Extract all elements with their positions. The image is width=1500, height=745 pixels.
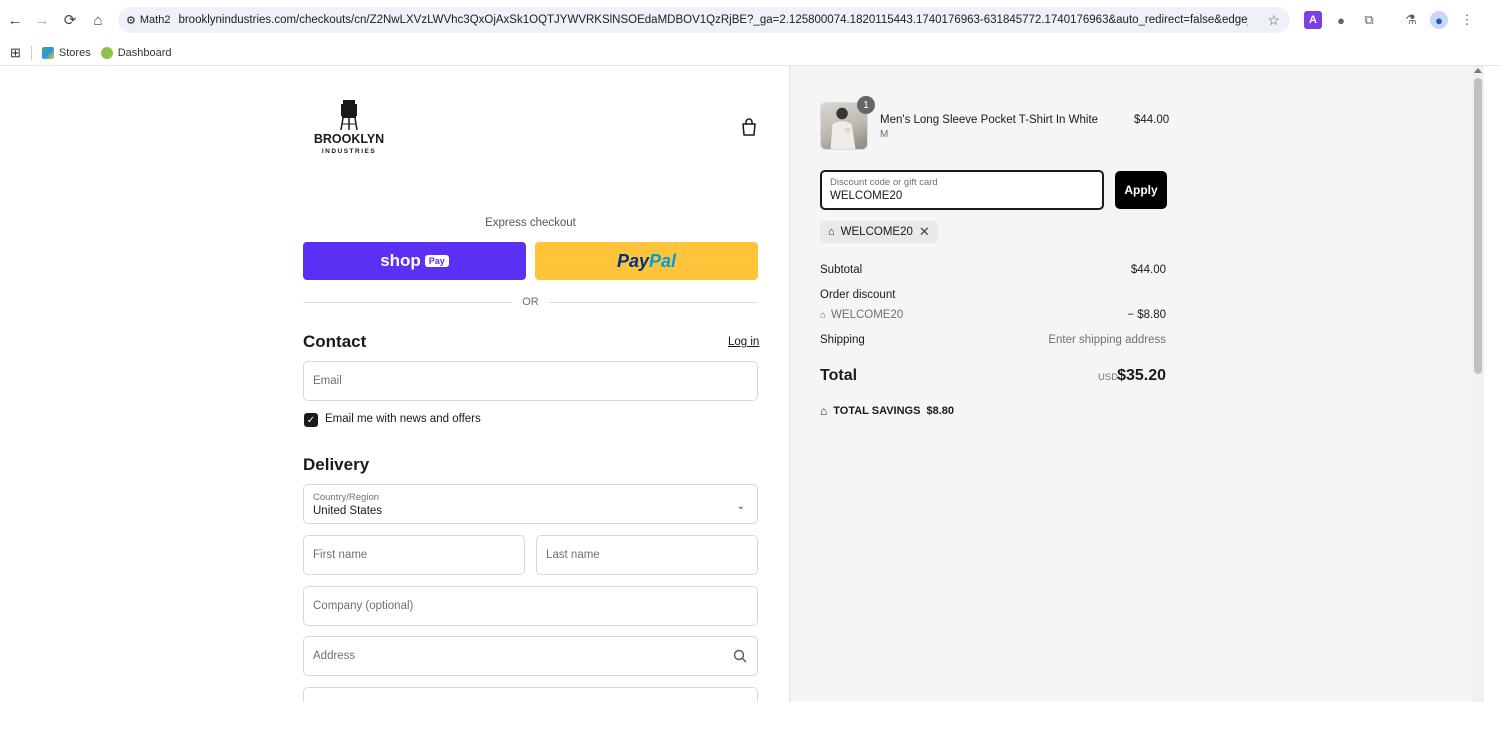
site-chip-label: Math2 <box>139 14 171 26</box>
home-icon[interactable]: ⌂ <box>84 6 112 34</box>
bookmarks-bar: ⊞ Stores Dashboard <box>0 40 1500 66</box>
company-field[interactable]: Company (optional) <box>303 586 758 626</box>
paypal-button[interactable]: Pay Pal <box>535 242 758 280</box>
paypal-text-pay: Pay <box>616 250 649 271</box>
window-bottom <box>0 702 1500 745</box>
applied-discount-chip: ⌂ WELCOME20 ✕ <box>820 221 938 243</box>
dashboard-favicon-icon <box>100 46 113 59</box>
shop-pay-text: shop <box>380 251 421 270</box>
last-name-placeholder: Last name <box>546 549 600 561</box>
logo-text-brooklyn: BROOKLYN <box>314 132 384 146</box>
extension-robot-icon[interactable]: ● <box>1332 11 1350 29</box>
quantity-badge: 1 <box>857 96 875 114</box>
product-variant: M <box>880 129 889 140</box>
shop-pay-badge: Pay <box>424 255 449 267</box>
contact-heading: Contact <box>303 332 367 351</box>
divider-line <box>548 301 758 303</box>
bookmark-label: Stores <box>58 46 91 59</box>
first-name-field[interactable]: First name <box>303 535 525 575</box>
product-name: Men's Long Sleeve Pocket T-Shirt In Whit… <box>880 114 1099 126</box>
total-label: Total <box>820 367 858 384</box>
tag-icon: ⌂ <box>828 226 835 238</box>
site-info-chip[interactable]: ⚙ Math2 <box>118 14 178 27</box>
search-icon[interactable] <box>733 649 747 663</box>
email-placeholder: Email <box>313 375 342 387</box>
forward-icon[interactable]: → <box>28 6 56 34</box>
email-field[interactable]: Email <box>303 361 758 401</box>
savings-label: TOTAL SAVINGS <box>833 405 921 417</box>
apps-grid-icon[interactable]: ⊞ <box>10 45 21 61</box>
brooklyn-industries-logo[interactable]: BROOKLYN INDUSTRIES <box>314 98 384 158</box>
or-label: OR <box>522 296 539 308</box>
address-placeholder: Address <box>313 650 356 662</box>
divider-line <box>303 301 513 303</box>
bookmark-stores[interactable]: Stores <box>41 46 91 59</box>
country-label: Country/Region <box>313 491 380 503</box>
tune-icon: ⚙ <box>126 14 136 27</box>
browser-menu-icon[interactable]: ⋮ <box>1458 11 1476 29</box>
country-select[interactable]: Country/Region United States ⌄ <box>303 484 758 524</box>
address-bar[interactable]: ⚙ Math2 brooklynindustries.com/checkouts… <box>118 7 1290 33</box>
extensions-puzzle-icon[interactable]: ⧉ <box>1360 11 1378 29</box>
chevron-down-icon: ⌄ <box>736 501 745 512</box>
scroll-up-arrow-icon[interactable] <box>1474 68 1482 73</box>
bookmark-dashboard[interactable]: Dashboard <box>100 46 172 59</box>
savings-value: $8.80 <box>926 405 954 417</box>
discount-code-value: WELCOME20 <box>830 190 903 202</box>
address-field[interactable]: Address <box>303 636 758 676</box>
tag-icon: ⌂ <box>820 404 828 418</box>
order-discount-label: Order discount <box>820 289 896 301</box>
last-name-field[interactable]: Last name <box>536 535 758 575</box>
reload-icon[interactable]: ⟳ <box>56 6 84 34</box>
subtotal-label: Subtotal <box>820 264 863 276</box>
apartment-field[interactable] <box>303 687 758 702</box>
stores-favicon-icon <box>41 46 54 59</box>
delivery-heading: Delivery <box>303 455 370 474</box>
newsletter-label: Email me with news and offers <box>325 413 481 425</box>
shipping-label: Shipping <box>820 334 865 346</box>
product-price: $44.00 <box>1134 114 1170 126</box>
browser-toolbar: ← → ⟳ ⌂ ⚙ Math2 brooklynindustries.com/c… <box>0 0 1500 40</box>
shipping-value: Enter shipping address <box>1048 334 1166 346</box>
total-savings: ⌂ TOTAL SAVINGS $8.80 <box>820 404 954 418</box>
shop-pay-button[interactable]: shop Pay <box>303 242 526 280</box>
company-placeholder: Company (optional) <box>313 600 414 612</box>
shopping-bag-icon[interactable] <box>740 118 758 136</box>
remove-discount-icon[interactable]: ✕ <box>919 224 930 240</box>
country-value: United States <box>313 504 383 517</box>
profile-avatar-icon[interactable]: ● <box>1430 11 1448 29</box>
paypal-text-pal: Pal <box>649 250 677 271</box>
order-discount-value: − $8.80 <box>1127 309 1166 321</box>
back-icon[interactable]: ← <box>1 6 29 34</box>
or-divider: OR <box>303 294 758 310</box>
express-checkout-label: Express checkout <box>485 217 576 229</box>
url-text: brooklynindustries.com/checkouts/cn/Z2Nw… <box>178 14 1249 26</box>
bookmark-label: Dashboard <box>117 46 172 59</box>
total-value: $35.20 <box>1117 367 1166 384</box>
discount-code-field[interactable]: Discount code or gift card WELCOME20 <box>820 170 1104 210</box>
logo-text-industries: INDUSTRIES <box>322 148 376 155</box>
labs-flask-icon[interactable]: ⚗ <box>1402 11 1420 29</box>
log-in-link[interactable]: Log in <box>728 336 759 348</box>
extension-a-icon[interactable]: A <box>1304 11 1322 29</box>
bookmarks-divider <box>30 45 32 60</box>
tag-icon: ⌂ <box>820 309 827 321</box>
subtotal-value: $44.00 <box>1130 264 1166 276</box>
order-discount-code: WELCOME20 <box>831 309 904 321</box>
applied-code-label: WELCOME20 <box>840 226 913 238</box>
total-currency: USD <box>1098 372 1119 383</box>
apply-button[interactable]: Apply <box>1115 171 1167 209</box>
bookmark-star-icon[interactable]: ☆ <box>1267 12 1280 29</box>
newsletter-checkbox[interactable]: ✓ <box>304 413 318 427</box>
checkout-main: BROOKLYN INDUSTRIES Express checkout sho… <box>0 66 789 702</box>
discount-code-label: Discount code or gift card <box>830 177 938 188</box>
first-name-placeholder: First name <box>313 549 368 561</box>
order-discount-code-row: ⌂ WELCOME20 <box>820 309 903 321</box>
scroll-thumb[interactable] <box>1474 78 1482 374</box>
order-summary: 1 Men's Long Sleeve Pocket T-Shirt In Wh… <box>789 66 1472 702</box>
page-scrollbar[interactable] <box>1472 66 1484 702</box>
